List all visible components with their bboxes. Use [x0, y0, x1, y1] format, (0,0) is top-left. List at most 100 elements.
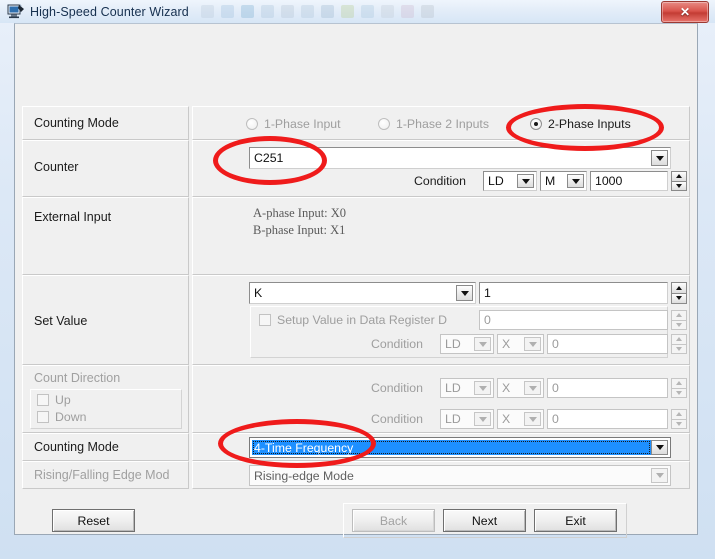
- row-label: External Input: [34, 210, 112, 224]
- radio-2-phase-inputs[interactable]: 2-Phase Inputs: [530, 117, 631, 131]
- setup-value-in-data-register-checkbox[interactable]: Setup Value in Data Register D: [259, 313, 447, 327]
- count-direction-condition1-spinner[interactable]: [671, 378, 687, 398]
- chevron-down-icon[interactable]: [474, 337, 491, 351]
- value: LD: [445, 337, 461, 351]
- title-bar: High-Speed Counter Wizard ✕: [0, 0, 715, 23]
- chevron-down-icon[interactable]: [524, 412, 541, 426]
- spinner-down-icon[interactable]: [671, 344, 687, 354]
- chevron-down-icon[interactable]: [474, 381, 491, 395]
- settings-grid: Counting Mode 1-Phase Input 1-Phase 2 In…: [22, 106, 690, 489]
- radio-label: 1-Phase Input: [264, 117, 341, 131]
- value: LD: [445, 412, 461, 426]
- counter-combo[interactable]: C251: [249, 147, 671, 169]
- counter-condition-operator-combo[interactable]: LD: [483, 171, 537, 191]
- spinner-up-icon[interactable]: [671, 409, 687, 420]
- set-value-condition-number-input[interactable]: 0: [547, 334, 668, 354]
- checkbox-label: Down: [55, 410, 87, 424]
- set-value-condition-spinner[interactable]: [671, 334, 687, 354]
- window-title: High-Speed Counter Wizard: [30, 4, 189, 19]
- count-direction-down-checkbox[interactable]: Down: [37, 410, 86, 424]
- edge-mode-combo[interactable]: Rising-edge Mode: [249, 465, 671, 486]
- close-button[interactable]: ✕: [661, 1, 709, 23]
- counter-condition-number-input[interactable]: 1000: [590, 171, 668, 191]
- value: 0: [552, 337, 559, 351]
- set-value-condition-operator-combo[interactable]: LD: [440, 334, 494, 354]
- row-external-input: External Input A-phase Input: X0 B-phase…: [22, 197, 690, 275]
- count-direction-condition1-device-combo[interactable]: X: [497, 378, 544, 398]
- b-phase-input-text: B-phase Input: X1: [253, 223, 346, 237]
- count-direction-condition2-label: Condition: [371, 412, 423, 426]
- set-value-spinner[interactable]: [671, 282, 687, 304]
- set-value-type-combo[interactable]: K: [249, 282, 476, 304]
- set-value-input[interactable]: 1: [479, 282, 668, 304]
- spinner-up-icon[interactable]: [671, 378, 687, 389]
- count-direction-condition2-operator-combo[interactable]: LD: [440, 409, 494, 429]
- set-value-condition-device-combo[interactable]: X: [497, 334, 544, 354]
- count-direction-condition1-number-input[interactable]: 0: [547, 378, 668, 398]
- chevron-down-icon[interactable]: [567, 174, 584, 188]
- value: LD: [488, 174, 504, 188]
- value: 1: [484, 286, 491, 300]
- spinner-up-icon[interactable]: [671, 310, 687, 321]
- count-direction-up-checkbox[interactable]: Up: [37, 393, 71, 407]
- radio-label: 1-Phase 2 Inputs: [396, 117, 489, 131]
- reset-button[interactable]: Reset: [52, 509, 135, 532]
- wizard-monitor-icon: [7, 3, 25, 20]
- spinner-down-icon[interactable]: [671, 320, 687, 330]
- radio-1-phase-input[interactable]: 1-Phase Input: [246, 117, 341, 131]
- counter-condition-spinner[interactable]: [671, 171, 687, 191]
- counting-mode-combo[interactable]: 4-Time Frequency: [249, 437, 671, 458]
- count-direction-condition1-operator-combo[interactable]: LD: [440, 378, 494, 398]
- a-phase-input-text: A-phase Input: X0: [253, 206, 347, 220]
- label-cell-counter: Counter: [22, 140, 189, 197]
- chevron-down-icon[interactable]: [517, 174, 534, 188]
- spinner-up-icon[interactable]: [671, 282, 687, 294]
- value: X: [502, 337, 511, 351]
- chevron-down-icon[interactable]: [474, 412, 491, 426]
- count-direction-condition2-device-combo[interactable]: X: [497, 409, 544, 429]
- chevron-down-icon[interactable]: [524, 337, 541, 351]
- data-register-spinner[interactable]: [671, 310, 687, 330]
- row-label: Counting Mode: [34, 116, 119, 130]
- checkbox-icon: [259, 314, 271, 326]
- checkbox-icon: [37, 411, 49, 423]
- chevron-down-icon[interactable]: [456, 285, 473, 301]
- field-cell-edge-mode: Rising-edge Mode: [192, 461, 690, 489]
- spinner-down-icon[interactable]: [671, 293, 687, 304]
- radio-1-phase-2-inputs[interactable]: 1-Phase 2 Inputs: [378, 117, 489, 131]
- value: X: [502, 412, 511, 426]
- field-cell-counting-mode-top: 1-Phase Input 1-Phase 2 Inputs 2-Phase I…: [192, 106, 690, 140]
- row-label: Counting Mode: [34, 440, 119, 454]
- counter-combo-value: C251: [254, 151, 284, 165]
- spinner-up-icon[interactable]: [671, 171, 687, 182]
- radio-circle-icon: [378, 118, 390, 130]
- count-direction-condition2-number-input[interactable]: 0: [547, 409, 668, 429]
- back-button[interactable]: Back: [352, 509, 435, 532]
- label-cell-counting-mode-top: Counting Mode: [22, 106, 189, 140]
- value: 1000: [595, 174, 623, 188]
- value: X: [502, 381, 511, 395]
- label-cell-set-value: Set Value: [22, 275, 189, 365]
- checkbox-label: Setup Value in Data Register D: [277, 313, 447, 327]
- toolbar-ghost-icons: [200, 5, 434, 18]
- radio-label: 2-Phase Inputs: [548, 117, 631, 131]
- chevron-down-icon[interactable]: [524, 381, 541, 395]
- spinner-down-icon[interactable]: [671, 419, 687, 429]
- chevron-down-icon[interactable]: [651, 150, 668, 166]
- spinner-up-icon[interactable]: [671, 334, 687, 345]
- spinner-down-icon[interactable]: [671, 388, 687, 398]
- value: 0: [484, 313, 491, 327]
- set-value-condition-label: Condition: [371, 337, 423, 351]
- exit-button[interactable]: Exit: [534, 509, 617, 532]
- spinner-down-icon[interactable]: [671, 181, 687, 191]
- value: M: [545, 174, 556, 188]
- field-cell-set-value: K 1 Setup Value in Data Register D 0 Con…: [192, 275, 690, 365]
- chevron-down-icon[interactable]: [651, 440, 668, 455]
- row-label: Rising/Falling Edge Mod: [34, 468, 170, 482]
- next-button[interactable]: Next: [443, 509, 526, 532]
- dialog-client-area: Counting Mode 1-Phase Input 1-Phase 2 In…: [14, 23, 698, 538]
- chevron-down-icon[interactable]: [651, 468, 668, 483]
- data-register-input[interactable]: 0: [479, 310, 668, 330]
- count-direction-condition2-spinner[interactable]: [671, 409, 687, 429]
- counter-condition-device-combo[interactable]: M: [540, 171, 587, 191]
